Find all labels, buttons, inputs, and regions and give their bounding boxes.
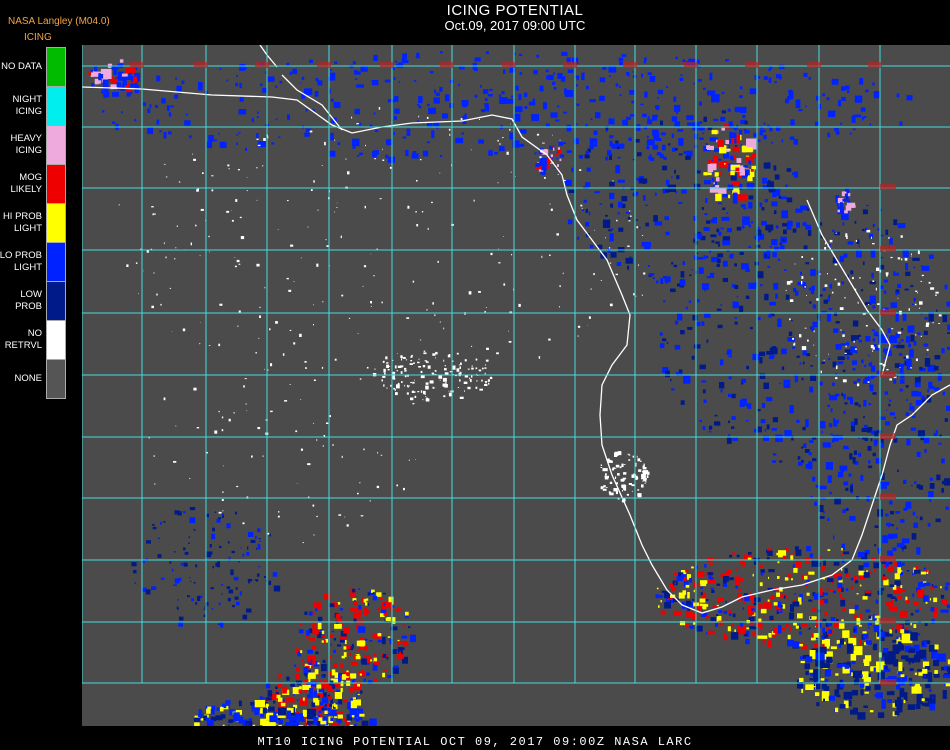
legend-label-line: PROB [15,300,42,312]
map-title: ICING POTENTIAL [446,2,584,19]
grid-label-mark [255,62,269,68]
legend-item: HEAVY ICING [0,125,66,164]
legend-swatch [46,86,66,125]
legend-swatch [46,242,66,281]
legend-label: NONE [0,359,42,398]
legend-swatch [46,359,66,399]
legend-label-line: LO PROB [0,249,42,261]
legend-label: NO RETRVL [0,320,42,359]
legend-swatch [46,281,66,320]
grid-labels [130,62,896,685]
legend-label-line: LIGHT [14,222,42,234]
grid-label-mark [880,433,896,439]
grid-label-mark [194,62,208,68]
grid-label-mark [880,494,896,500]
grid-label-mark [880,246,896,252]
legend-label: LO PROB LIGHT [0,242,42,281]
legend-swatch [46,203,66,242]
source-label: NASA Langley (M04.0) [8,16,110,27]
grid-label-mark [880,679,896,685]
legend-label-line: LIGHT [14,261,42,273]
legend-label-line: NO DATA [1,60,42,72]
grid-label-mark [502,62,516,68]
legend-label: MOG LIKELY [0,164,42,203]
legend-label: HEAVY ICING [0,125,42,164]
grid-label-mark [807,62,821,68]
legend-label-line: ICING [15,144,42,156]
legend-label-line: HI PROB [2,210,42,222]
legend-label-line: NIGHT [12,93,42,105]
legend-label: LOW PROB [0,281,42,320]
legend-label: NO DATA [0,47,42,86]
icing-patches [88,51,950,726]
grid-label-mark [880,184,896,190]
legend-swatch [46,320,66,359]
legend-item: NO RETRVL [0,320,66,359]
legend-label-line: RETRVL [4,339,42,351]
legend-label-line: MOG [19,171,42,183]
legend-item: NO DATA [0,47,66,86]
legend-item: NONE [0,359,66,399]
legend-item: MOG LIKELY [0,164,66,203]
legend-label-line: NONE [14,372,42,384]
grid-label-mark [880,618,896,624]
map-datetime: Oct.09, 2017 09:00 UTC [444,18,586,33]
footer-caption: MT10 ICING POTENTIAL OCT 09, 2017 09:00Z… [257,735,693,749]
grid-label-mark [880,371,896,377]
legend-label-line: NO [27,327,42,339]
legend: NO DATA NIGHT ICING HEAVY ICING MOG LIKELY HI P… [0,47,66,399]
icing-map [82,45,950,726]
legend-label-line: HEAVY [10,132,42,144]
grid-label-mark [130,62,144,68]
grid-label-mark [623,62,637,68]
legend-item: NIGHT ICING [0,86,66,125]
legend-label: NIGHT ICING [0,86,42,125]
legend-swatch [46,164,66,203]
legend-swatch [46,125,66,164]
legend-item: HI PROB LIGHT [0,203,66,242]
grid-label-mark [868,62,882,68]
legend-label-line: ICING [15,105,42,117]
grid-label-mark [684,62,698,68]
grid-label-mark [745,62,759,68]
legend-label-line: LOW [20,288,42,300]
map-canvas [82,45,950,726]
grid-label-mark [880,309,896,315]
grid-label-mark [380,62,394,68]
grid-label-mark [563,62,577,68]
legend-label: HI PROB LIGHT [0,203,42,242]
legend-item: LOW PROB [0,281,66,320]
legend-label-line: LIKELY [10,183,42,195]
grid-label-mark [317,62,331,68]
grid-label-mark [880,556,896,562]
legend-swatch [46,47,66,86]
grid-label-mark [440,62,454,68]
legend-item: LO PROB LIGHT [0,242,66,281]
product-label: ICING [24,32,52,43]
